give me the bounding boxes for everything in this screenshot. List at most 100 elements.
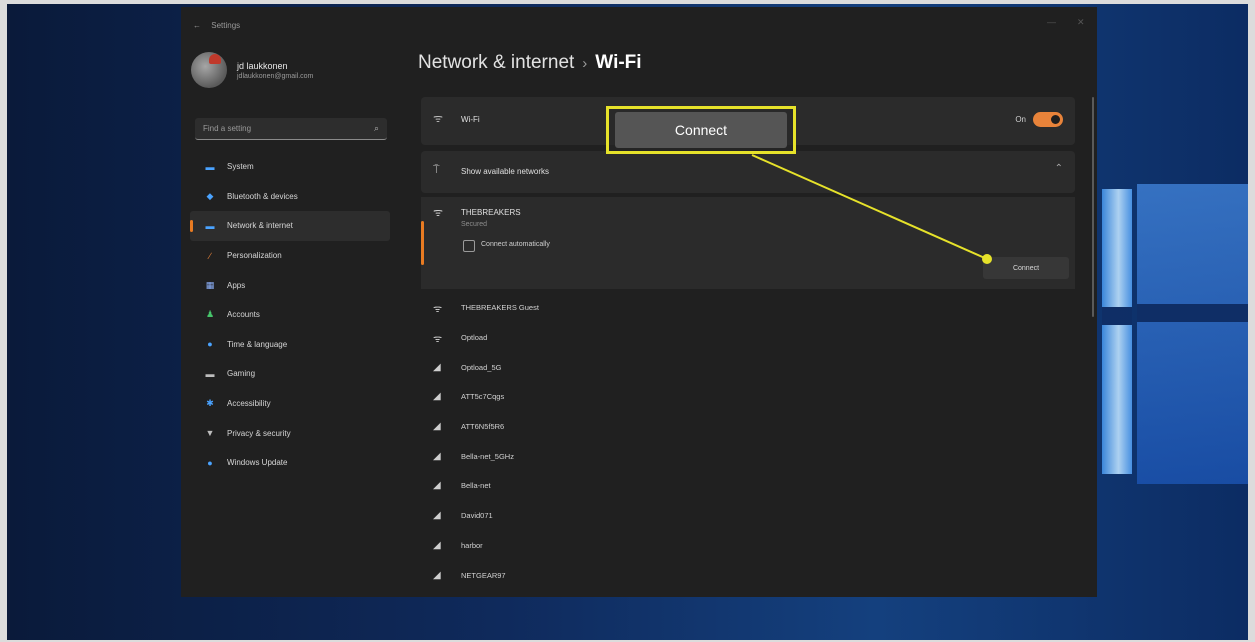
sidebar-item-label: System <box>227 162 254 172</box>
sidebar-item[interactable]: ● Windows Update <box>190 448 390 478</box>
wifi-secured-icon: ᯤ <box>433 303 443 315</box>
accessibility-icon: ✱ <box>206 398 214 409</box>
network-item[interactable]: ◢ David071 <box>421 501 1075 531</box>
wifi-secured-icon: ᯤ <box>433 333 443 345</box>
sidebar-item-label: Time & language <box>227 339 288 349</box>
network-icon: ▬ <box>205 220 215 231</box>
sidebar-item[interactable]: ▬ System <box>190 152 390 182</box>
close-icon[interactable]: ✕ <box>1077 17 1085 28</box>
selection-indicator <box>421 221 424 265</box>
wifi-toggle[interactable] <box>1033 112 1063 127</box>
network-item[interactable]: ᯤ THEBREAKERS Guest <box>421 293 1075 323</box>
network-item[interactable]: ◢ NETGEAR97 <box>421 560 1075 590</box>
wifi-secured-icon: ᯤ <box>433 207 444 219</box>
title-bar: ← Settings <box>193 21 240 30</box>
network-name: harbor <box>461 540 483 550</box>
available-networks-label: Show available networks <box>461 167 550 176</box>
sidebar-item-label: Privacy & security <box>227 428 291 438</box>
wifi-label: Wi-Fi <box>461 115 480 124</box>
gamepad-icon: ▬ <box>205 368 215 379</box>
wifi-secured-icon: ◢ <box>433 391 441 403</box>
avatar <box>191 52 227 88</box>
show-available-networks[interactable]: ⍑ Show available networks ⌃ <box>421 151 1075 193</box>
window-title: Settings <box>211 21 241 30</box>
network-name: NETGEAR97 <box>461 570 506 580</box>
sidebar-item[interactable]: ● Time & language <box>190 330 390 360</box>
network-name: THEBREAKERS <box>461 208 521 217</box>
sidebar-item-label: Bluetooth & devices <box>227 191 298 201</box>
network-name: David071 <box>461 511 493 521</box>
person-icon: ♟ <box>205 309 215 320</box>
apps-icon: ▦ <box>205 279 215 290</box>
shield-icon: ▼ <box>205 428 215 439</box>
sidebar-item[interactable]: ▼ Privacy & security <box>190 418 390 448</box>
network-item[interactable]: ◢ Optload_5G <box>421 352 1075 382</box>
wifi-secured-icon: ◢ <box>433 421 441 433</box>
network-item[interactable]: ᯤ Optload <box>421 323 1075 353</box>
network-name: ATT5c7Cqgs <box>461 392 505 402</box>
sidebar-nav: ▬ System ◆ Bluetooth & devices ▬ Network & in… <box>190 152 390 478</box>
sidebar-item-label: Accounts <box>227 310 260 320</box>
connect-callout-button: Connect <box>615 112 787 148</box>
network-item[interactable]: ◢ ATT6N5f5R6 <box>421 412 1075 442</box>
sidebar-item-label: Gaming <box>227 369 256 379</box>
network-list: ᯤ THEBREAKERS Guest ᯤ Optload ◢ Optload_5G ◢ AT… <box>421 293 1075 590</box>
sidebar-item-label: Windows Update <box>227 458 288 468</box>
profile-email: jdlaukkonen@gmail.com <box>237 72 314 80</box>
sidebar-item-label: Network & internet <box>227 221 293 231</box>
update-icon: ● <box>207 457 213 468</box>
network-item[interactable]: ◢ Bella-net <box>421 471 1075 501</box>
page-title: Wi-Fi <box>595 52 642 73</box>
wifi-toggle-state: On <box>1015 115 1026 124</box>
sidebar-item-label: Accessibility <box>227 399 271 409</box>
breadcrumb-parent[interactable]: Network & internet <box>418 52 574 73</box>
chevron-up-icon[interactable]: ⌃ <box>1055 163 1063 174</box>
search-placeholder: Find a setting <box>203 124 252 133</box>
network-item[interactable]: ◢ ATT5c7Cqgs <box>421 382 1075 412</box>
breadcrumb-separator: › <box>582 55 588 72</box>
search-input[interactable]: Find a setting ⌕ <box>195 118 387 140</box>
breadcrumb: Network & internet › Wi-Fi <box>418 52 642 74</box>
brush-icon: ∕ <box>209 250 211 261</box>
network-item[interactable]: ◢ harbor <box>421 531 1075 561</box>
wifi-secured-icon: ◢ <box>433 539 441 551</box>
search-icon: ⌕ <box>373 123 379 133</box>
wifi-icon: ᯤ <box>433 113 444 125</box>
antenna-icon: ⍑ <box>433 164 440 176</box>
sidebar-item[interactable]: ∕ Personalization <box>190 241 390 271</box>
globe-icon: ● <box>207 339 213 350</box>
sidebar-item-label: Apps <box>227 280 246 290</box>
settings-window: ← Settings — ✕ jd laukkonen jdlaukkonen@… <box>181 7 1097 597</box>
desktop-logo-pane <box>1102 189 1132 474</box>
network-name: Bella-net_5GHz <box>461 451 514 461</box>
network-item[interactable]: ◢ Bella-net_5GHz <box>421 441 1075 471</box>
minimize-icon[interactable]: — <box>1047 17 1056 27</box>
network-name: Optload_5G <box>461 362 502 372</box>
network-name: THEBREAKERS Guest <box>461 303 539 313</box>
sidebar-item[interactable]: ▬ Network & internet <box>190 211 390 241</box>
back-arrow-icon[interactable]: ← <box>193 21 201 30</box>
network-status: Secured <box>461 221 488 228</box>
network-name: Optload <box>461 333 488 343</box>
sidebar-item[interactable]: ◆ Bluetooth & devices <box>190 182 390 212</box>
sidebar-item[interactable]: ▬ Gaming <box>190 359 390 389</box>
connect-automatically-checkbox[interactable] <box>463 240 475 252</box>
connect-button[interactable]: Connect <box>983 257 1069 279</box>
desktop-logo-pane <box>1137 184 1248 484</box>
scrollbar[interactable] <box>1092 97 1094 317</box>
wifi-secured-icon: ◢ <box>433 361 441 373</box>
profile-name: jd laukkonen <box>237 60 288 71</box>
network-name: Bella-net <box>461 481 491 491</box>
sidebar-item[interactable]: ♟ Accounts <box>190 300 390 330</box>
user-profile[interactable]: jd laukkonen jdlaukkonen@gmail.com <box>191 52 313 88</box>
wifi-secured-icon: ◢ <box>433 480 441 492</box>
sidebar-item-label: Personalization <box>227 251 282 261</box>
wifi-secured-icon: ◢ <box>433 510 441 522</box>
wifi-secured-icon: ◢ <box>433 450 441 462</box>
network-name: ATT6N5f5R6 <box>461 422 505 432</box>
sidebar-item[interactable]: ▦ Apps <box>190 270 390 300</box>
network-item-expanded[interactable]: ᯤ THEBREAKERS Secured Connect automatica… <box>421 197 1075 289</box>
sidebar-item[interactable]: ✱ Accessibility <box>190 389 390 419</box>
bluetooth-icon: ◆ <box>206 190 214 201</box>
connect-automatically-label: Connect automatically <box>481 241 550 248</box>
